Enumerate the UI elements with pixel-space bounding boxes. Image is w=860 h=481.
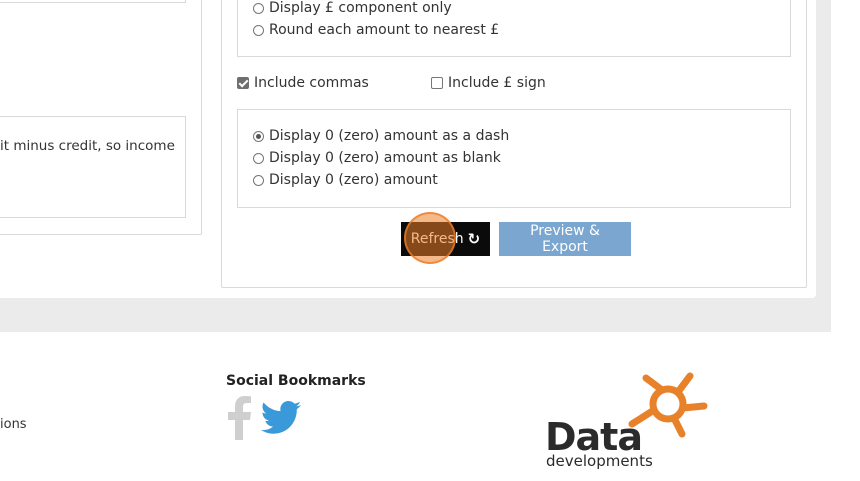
option-label: Display 0 (zero) amount as a dash (269, 128, 510, 144)
left-top-box (0, 0, 186, 3)
option-zero-dash[interactable]: Display 0 (zero) amount as a dash (253, 128, 509, 144)
footer-left-text: ions (0, 417, 27, 432)
option-label: Round each amount to nearest £ (269, 22, 500, 38)
radio-round-nearest[interactable] (253, 24, 264, 36)
left-note-box (0, 116, 186, 218)
radio-display-pound-component[interactable] (253, 2, 264, 14)
option-zero-blank[interactable]: Display 0 (zero) amount as blank (253, 150, 501, 166)
include-pound-sign-check[interactable] (431, 77, 443, 89)
option-label: Display 0 (zero) amount as blank (269, 150, 501, 166)
social-bookmarks-title: Social Bookmarks (226, 373, 366, 389)
facebook-icon[interactable] (226, 396, 252, 440)
option-display-pound-component[interactable]: Display £ component only (253, 0, 452, 16)
refresh-icon: ↻ (467, 230, 481, 248)
option-label: Display 0 (zero) amount (269, 172, 438, 188)
checkbox-include-pound-sign[interactable]: Include £ sign (431, 75, 546, 91)
logo-subtitle: developments (546, 452, 653, 470)
checkbox-label: Include £ sign (448, 75, 546, 91)
radio-zero-amount[interactable] (253, 174, 264, 186)
preview-export-label: Preview & Export (530, 223, 600, 255)
left-note-text: it minus credit, so income (0, 138, 175, 154)
checkbox-include-commas[interactable]: Include commas (237, 75, 369, 91)
refresh-button[interactable]: Refresh ↻ (401, 222, 490, 256)
option-label: Display £ component only (269, 0, 452, 16)
twitter-icon[interactable] (261, 401, 301, 435)
option-round-nearest[interactable]: Round each amount to nearest £ (253, 22, 499, 38)
radio-zero-dash[interactable] (253, 130, 264, 142)
option-zero-amount[interactable]: Display 0 (zero) amount (253, 172, 438, 188)
checkbox-label: Include commas (254, 75, 369, 91)
include-commas-check[interactable] (237, 77, 249, 89)
radio-zero-blank[interactable] (253, 152, 264, 164)
preview-export-button[interactable]: Preview & Export (499, 222, 631, 256)
refresh-label: Refresh (410, 231, 464, 247)
